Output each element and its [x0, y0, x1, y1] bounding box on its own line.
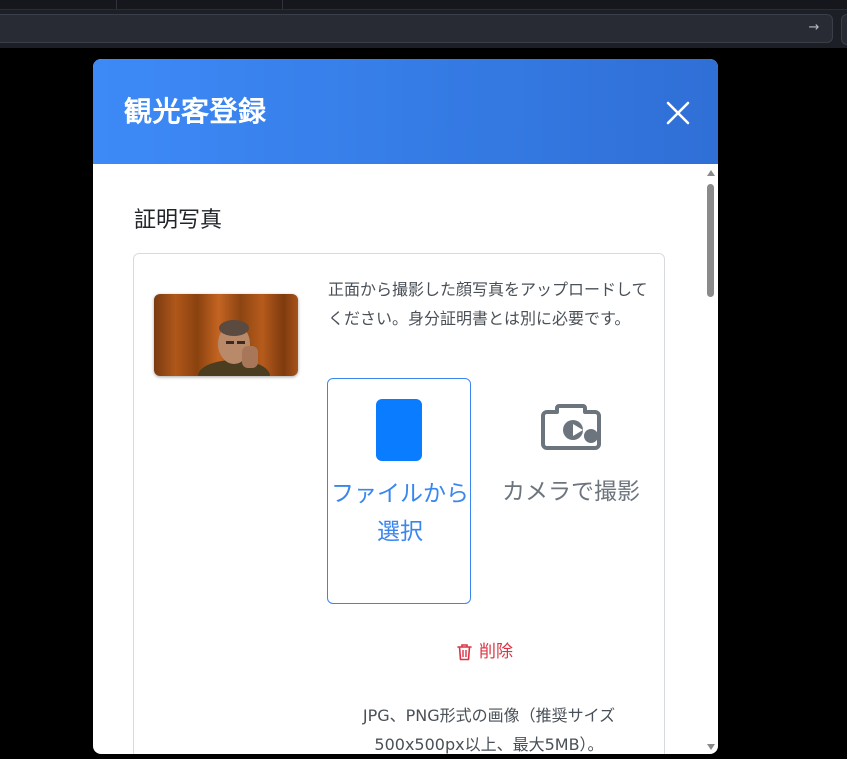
browser-tab-strip: [0, 0, 847, 10]
camera-capture-button[interactable]: カメラで撮影: [499, 378, 643, 604]
section-title: 証明写真: [134, 208, 223, 233]
address-bar[interactable]: →: [0, 14, 833, 43]
file-format-note: JPG、PNG形式の画像（推奨サイズ500x500px以上、最大5MB）。: [362, 706, 616, 754]
browser-toolbar: →: [0, 0, 847, 48]
delete-photo-label: 削除: [479, 642, 513, 662]
modal-title: 観光客登録: [124, 95, 267, 128]
tourist-registration-modal: 観光客登録 証明写真 正面から撮影した顔写真をアップロードしてください。身分証明…: [93, 59, 718, 754]
file-icon: [376, 399, 422, 461]
trash-icon: [457, 644, 472, 661]
close-icon: [666, 101, 690, 125]
modal-header: 観光客登録: [93, 59, 718, 164]
browser-side-button[interactable]: [841, 14, 847, 45]
close-button[interactable]: [661, 96, 695, 130]
select-file-label: ファイルから選択: [331, 481, 469, 545]
scroll-thumb[interactable]: [707, 184, 714, 297]
arrow-right-icon[interactable]: →: [806, 20, 822, 36]
delete-photo-button[interactable]: 削除: [456, 639, 513, 665]
modal-scrollbar[interactable]: [705, 170, 717, 750]
camera-icon: [541, 404, 601, 450]
id-photo-card: 正面から撮影した顔写真をアップロードしてください。身分証明書とは別に必要です。 …: [133, 253, 665, 754]
scroll-up-arrow-icon[interactable]: [707, 170, 715, 176]
modal-body: 証明写真 正面から撮影した顔写真をアップロードしてください。身分証明書とは別に必…: [93, 164, 718, 754]
select-file-button[interactable]: ファイルから選択: [327, 378, 471, 604]
scroll-down-arrow-icon[interactable]: [707, 744, 715, 750]
photo-instruction: 正面から撮影した顔写真をアップロードしてください。身分証明書とは別に必要です。: [328, 280, 648, 328]
photo-thumbnail: [154, 294, 298, 376]
camera-capture-label: カメラで撮影: [502, 479, 640, 505]
